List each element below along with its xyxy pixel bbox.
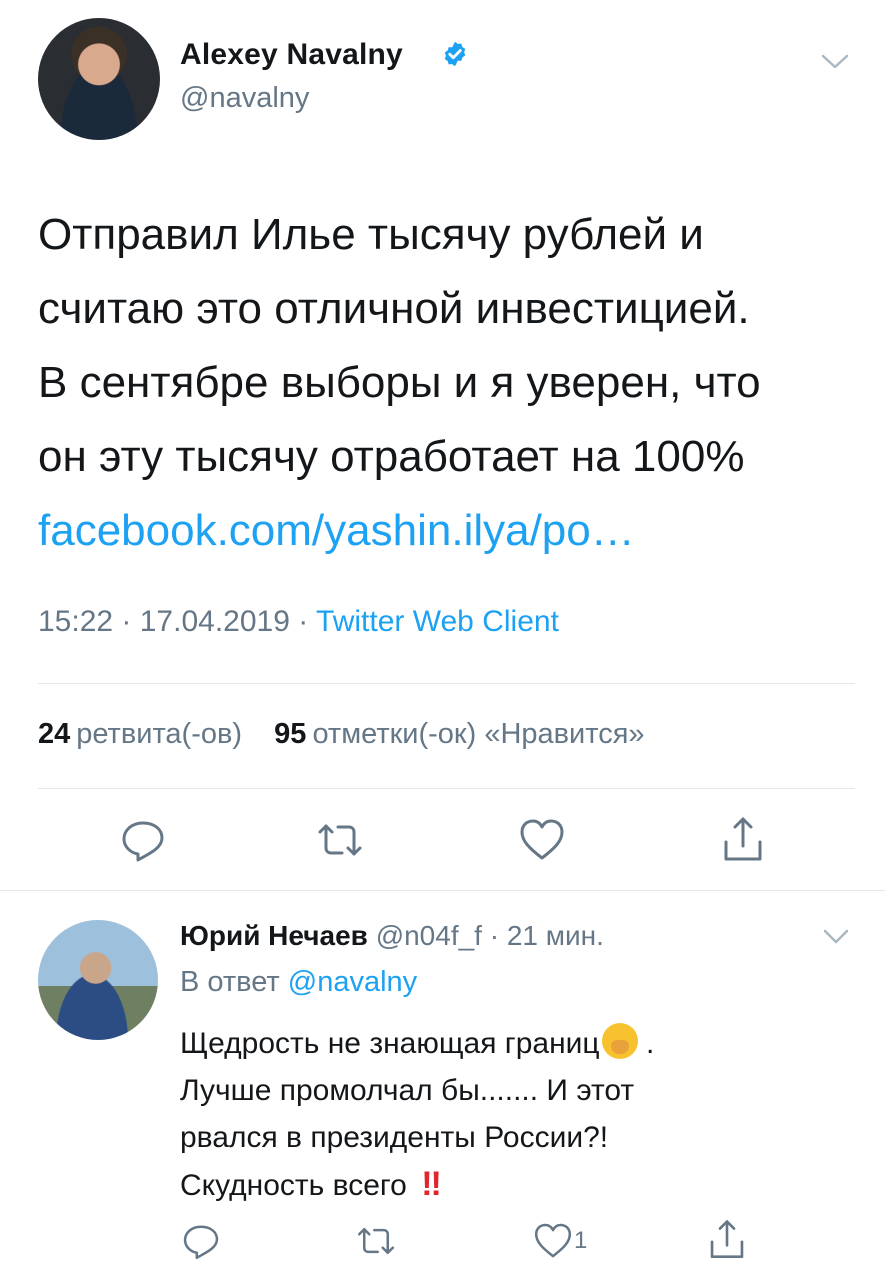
tweet-text-line: В сентябре выборы и я уверен, что — [38, 358, 761, 407]
meta-separator: · — [298, 605, 317, 638]
reply-text-line4: Скудность всего — [180, 1169, 407, 1202]
likes-label: отметки(-ок) «Нравится» — [312, 718, 645, 750]
retweet-icon[interactable] — [315, 815, 365, 865]
reply-author-name[interactable]: Юрий Нечаев — [180, 920, 368, 951]
reply-icon[interactable] — [180, 1220, 222, 1262]
tweet-meta: 15:22 · 17.04.2019 · Twitter Web Client — [38, 605, 559, 639]
reply-author-avatar[interactable] — [38, 920, 158, 1040]
in-reply-handle[interactable]: @navalny — [288, 966, 417, 998]
verified-badge-icon — [444, 41, 466, 67]
engagement-stats: 24 ретвита(-ов) 95 отметки(-ок) «Нравится» — [38, 718, 645, 751]
reply-text-line: Щедрость не знающая границ . — [180, 1020, 820, 1067]
tweet-source[interactable]: Twitter Web Client — [316, 605, 559, 638]
tweet-text: Отправил Илье тысячу рублей и считаю это… — [38, 198, 858, 568]
in-reply-prefix: В ответ — [180, 966, 280, 998]
reply-text-line1-end: . — [645, 1027, 655, 1060]
tweet-text-line: считаю это отличной инвестицией. — [38, 284, 750, 333]
retweets-label: ретвита(-ов) — [76, 718, 243, 750]
chevron-down-icon[interactable] — [820, 52, 850, 72]
shushing-face-emoji-icon — [601, 1023, 638, 1059]
like-count: 1 — [574, 1227, 588, 1254]
retweet-icon[interactable] — [355, 1220, 397, 1262]
chevron-down-icon[interactable] — [822, 928, 850, 946]
author-avatar[interactable] — [38, 18, 160, 140]
reply-text-line: Лучше промолчал бы....... И этот — [180, 1074, 635, 1107]
likes-count: 95 — [274, 718, 307, 750]
heart-icon — [534, 1223, 572, 1258]
tweet-text-line: Отправил Илье тысячу рублей и — [38, 210, 704, 259]
reply-text-line: рвался в президенты России?! — [180, 1121, 609, 1154]
reply-text: Щедрость не знающая границ . Лучше промо… — [180, 1020, 820, 1209]
reply-text-line1: Щедрость не знающая границ — [180, 1027, 600, 1060]
retweets-stat[interactable]: 24 ретвита(-ов) — [38, 718, 242, 750]
reply-text-line: Скудность всего ‼ — [180, 1161, 820, 1209]
heart-icon[interactable] — [517, 815, 567, 865]
reply-icon[interactable] — [118, 815, 168, 865]
divider — [0, 890, 885, 891]
tweet-text-line: он эту тысячу отработает на 100% — [38, 432, 745, 481]
retweets-count: 24 — [38, 718, 71, 750]
tweet-date[interactable]: 17.04.2019 — [140, 605, 290, 638]
divider — [38, 788, 855, 789]
divider — [38, 683, 855, 684]
tweet-time: 15:22 — [38, 605, 114, 638]
tweet-link[interactable]: facebook.com/yashin.ilya/po… — [38, 494, 858, 568]
likes-stat[interactable]: 95 отметки(-ок) «Нравится» — [274, 718, 644, 750]
meta-separator: · — [489, 920, 507, 951]
reply-time: 21 мин. — [506, 920, 604, 951]
author-handle[interactable]: @navalny — [180, 82, 309, 115]
author-name[interactable]: Alexey Navalny — [180, 38, 403, 72]
meta-separator: · — [121, 605, 140, 638]
reply-header: Юрий Нечаев @n04f_f · 21 мин. — [180, 920, 604, 952]
share-icon[interactable] — [718, 815, 768, 865]
like-button[interactable]: 1 — [532, 1220, 587, 1262]
double-exclamation-emoji-icon: ‼ — [421, 1165, 441, 1203]
reply-author-handle[interactable]: @n04f_f — [376, 920, 482, 951]
share-icon[interactable] — [705, 1218, 749, 1262]
in-reply-to: В ответ @navalny — [180, 966, 417, 999]
